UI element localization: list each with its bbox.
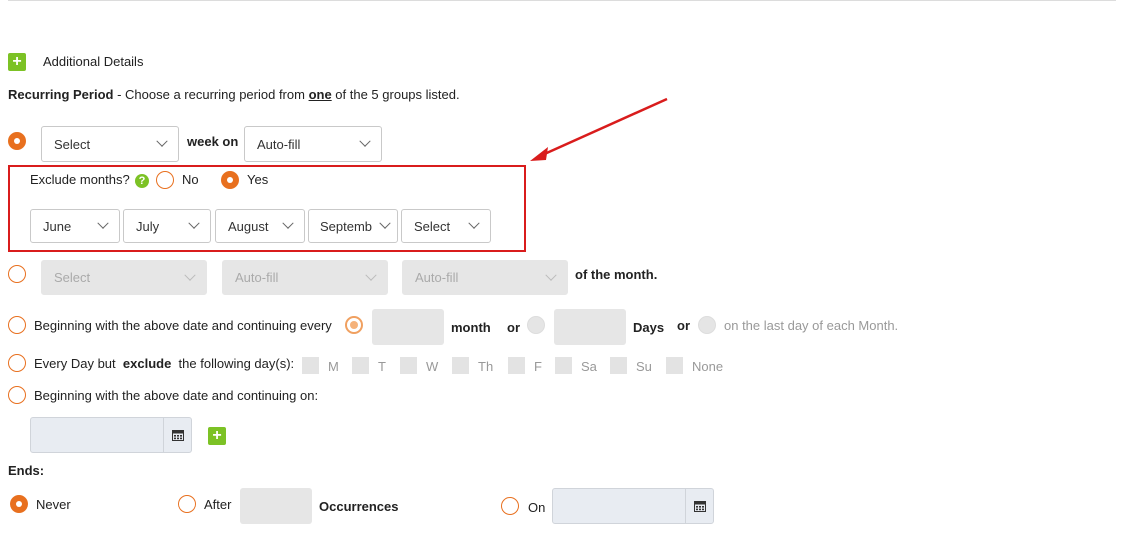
plus-icon[interactable]: + — [8, 53, 26, 71]
day-checkbox-sa[interactable] — [555, 357, 572, 374]
day-label-w: W — [426, 359, 439, 374]
recurring-desc-emphasis: one — [308, 87, 332, 102]
group2-autofill-2[interactable]: Auto-fill — [402, 260, 568, 295]
group2-select-value: Select — [54, 270, 91, 285]
exclude-month-select-3[interactable]: August — [215, 209, 305, 243]
ends-after-radio[interactable] — [178, 495, 196, 513]
month-value: June — [43, 218, 72, 234]
last-day-radio[interactable] — [698, 316, 716, 334]
recurring-desc-pre: - Choose a recurring period from — [113, 87, 309, 102]
group4-label-post: the following day(s): — [178, 356, 295, 371]
day-checkbox-t[interactable] — [352, 357, 369, 374]
exclude-month-select-1[interactable]: June — [30, 209, 120, 243]
days-label: Days — [633, 320, 665, 335]
exclude-month-select-5[interactable]: Select — [401, 209, 491, 243]
recurring-label: Recurring Period — [8, 87, 114, 102]
day-label-none: None — [692, 359, 724, 374]
group2-radio[interactable] — [8, 265, 26, 283]
group4-label-exclude: exclude — [122, 356, 172, 371]
help-icon[interactable]: ? — [135, 174, 149, 188]
day-label-m: M — [328, 359, 339, 374]
month-label: month — [451, 320, 491, 335]
every-month-radio[interactable] — [345, 316, 363, 334]
exclude-month-select-2[interactable]: July — [123, 209, 211, 243]
group5-label: Beginning with the above date and contin… — [34, 388, 319, 403]
group3-radio[interactable] — [8, 316, 26, 334]
month-value: July — [136, 218, 160, 234]
day-label-su: Su — [636, 359, 652, 374]
group2-autofill-1-value: Auto-fill — [235, 270, 279, 285]
days-interval-input[interactable] — [554, 309, 626, 345]
of-the-month-label: of the month. — [575, 267, 658, 282]
group3-label: Beginning with the above date and contin… — [34, 318, 332, 333]
group2-autofill-1[interactable]: Auto-fill — [222, 260, 388, 295]
or-label-1: or — [507, 320, 520, 335]
section-title: Additional Details — [43, 54, 144, 69]
group1-week-select[interactable]: Select — [41, 126, 179, 162]
day-checkbox-w[interactable] — [400, 357, 417, 374]
group4-label-pre: Every Day but — [34, 356, 116, 371]
day-checkbox-m[interactable] — [302, 357, 319, 374]
chevron-down-icon — [184, 269, 196, 281]
group1-radio[interactable] — [8, 132, 26, 150]
ends-label: Ends: — [8, 463, 45, 478]
chevron-down-icon — [468, 217, 480, 229]
day-label-th: Th — [478, 359, 494, 374]
ends-never-label: Never — [36, 497, 71, 512]
or-label-2: or — [677, 318, 690, 333]
chevron-down-icon — [156, 135, 168, 147]
group1-week-select-value: Select — [54, 136, 91, 152]
group1-day-select-value: Auto-fill — [257, 136, 301, 152]
ends-never-radio[interactable] — [10, 495, 28, 513]
occurrences-label: Occurrences — [319, 499, 399, 514]
day-checkbox-th[interactable] — [452, 357, 469, 374]
week-on-label: week on — [187, 134, 239, 149]
group5-radio[interactable] — [8, 386, 26, 404]
last-day-label: on the last day of each Month. — [724, 318, 899, 333]
chevron-down-icon — [97, 217, 109, 229]
day-checkbox-su[interactable] — [610, 357, 627, 374]
exclude-months-label: Exclude months? — [30, 172, 130, 187]
ends-on-radio[interactable] — [501, 497, 519, 515]
ends-on-date-input[interactable] — [552, 488, 714, 524]
top-divider — [8, 0, 1116, 1]
day-label-t: T — [378, 359, 386, 374]
every-days-radio[interactable] — [527, 316, 545, 334]
recurring-desc-post: of the 5 groups listed. — [331, 87, 460, 102]
group1-day-select[interactable]: Auto-fill — [244, 126, 382, 162]
arrow-annotation — [530, 97, 668, 161]
calendar-icon[interactable] — [685, 489, 713, 523]
month-value: August — [228, 218, 269, 234]
exclude-no-radio[interactable] — [156, 171, 174, 189]
day-checkbox-none[interactable] — [666, 357, 683, 374]
chevron-down-icon — [188, 217, 200, 229]
chevron-down-icon — [545, 269, 557, 281]
exclude-yes-label: Yes — [247, 172, 269, 187]
group5-date-input[interactable] — [30, 417, 192, 453]
recurring-description: Recurring Period - Choose a recurring pe… — [8, 87, 460, 102]
chevron-down-icon — [365, 269, 377, 281]
exclude-yes-radio[interactable] — [221, 171, 239, 189]
day-checkbox-f[interactable] — [508, 357, 525, 374]
group2-select[interactable]: Select — [41, 260, 207, 295]
group4-radio[interactable] — [8, 354, 26, 372]
day-label-sa: Sa — [581, 359, 597, 374]
month-interval-input[interactable] — [372, 309, 444, 345]
exclude-no-label: No — [182, 172, 199, 187]
chevron-down-icon — [282, 217, 294, 229]
chevron-down-icon — [379, 217, 391, 229]
group2-autofill-2-value: Auto-fill — [415, 270, 459, 285]
ends-after-label: After — [204, 497, 232, 512]
month-value: Select — [414, 218, 451, 234]
add-date-plus-icon[interactable]: + — [208, 427, 226, 445]
occurrences-input[interactable] — [240, 488, 312, 524]
group4-label: Every Day but exclude the following day(… — [34, 356, 294, 371]
day-label-f: F — [534, 359, 542, 374]
month-value: Septemb — [320, 218, 373, 234]
exclude-month-select-4[interactable]: Septemb — [308, 209, 398, 243]
calendar-icon[interactable] — [163, 418, 191, 452]
ends-on-label: On — [528, 500, 546, 515]
chevron-down-icon — [359, 135, 371, 147]
